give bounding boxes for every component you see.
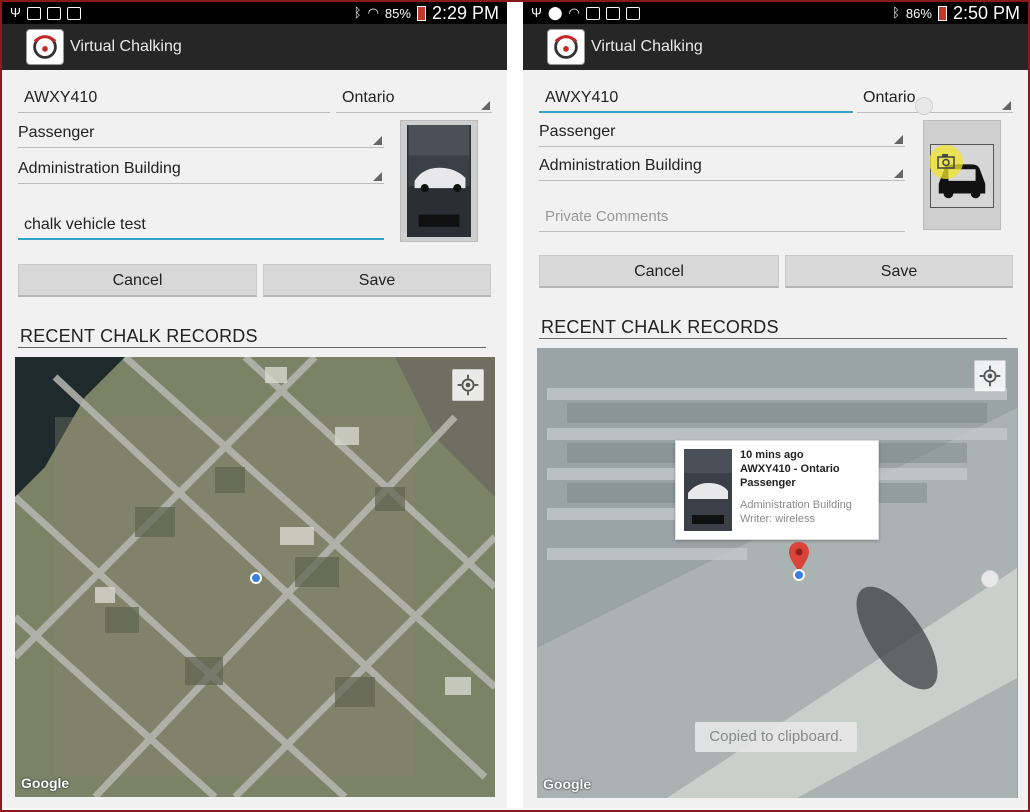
vehicle-type-spinner[interactable]: Passenger <box>539 122 905 147</box>
add-photo-button[interactable] <box>923 120 1001 230</box>
google-attribution: Google <box>21 775 70 791</box>
cancel-button[interactable]: Cancel <box>539 255 779 288</box>
app-logo[interactable] <box>547 29 585 65</box>
action-bar: Virtual Chalking <box>2 24 507 70</box>
spinner-arrow-icon <box>481 101 490 110</box>
scroll-indicator-bottom[interactable] <box>981 570 999 588</box>
briefcase-icon <box>66 6 81 20</box>
vehicle-type-value: Passenger <box>18 124 95 141</box>
scroll-indicator-top[interactable] <box>915 97 933 115</box>
info-vehicle-thumbnail <box>684 449 732 531</box>
info-plate-province: AWXY410 - Ontario <box>740 463 840 475</box>
app-title: Virtual Chalking <box>70 38 182 55</box>
gmail-icon <box>46 6 61 20</box>
section-title-text: RECENT CHALK RECORDS <box>541 317 779 337</box>
current-location-dot <box>793 569 805 581</box>
comments-value: chalk vehicle test <box>24 216 146 233</box>
vehicle-photo[interactable] <box>400 120 478 242</box>
info-time-ago: 10 mins ago <box>740 449 804 461</box>
phone-screen-left: Ψ ᛒ ◠ 85% 2:29 PM Virtual Chalking AWXY4… <box>2 2 507 808</box>
spinner-arrow-icon <box>894 169 903 178</box>
battery-percent: 85% <box>384 5 411 21</box>
app-title: Virtual Chalking <box>591 38 703 55</box>
comments-input[interactable]: chalk vehicle test <box>18 215 384 240</box>
usb-icon: Ψ <box>10 5 21 20</box>
battery-percent: 86% <box>905 5 932 21</box>
province-spinner[interactable]: Ontario <box>857 88 1013 113</box>
bluetooth-icon: ᛒ <box>892 5 900 20</box>
plate-value: AWXY410 <box>545 89 619 106</box>
province-spinner[interactable]: Ontario <box>336 88 492 113</box>
map-view[interactable]: Google <box>15 357 495 797</box>
cancel-button[interactable]: Cancel <box>18 264 257 297</box>
gmail-icon <box>605 6 620 20</box>
clipboard-toast: Copied to clipboard. <box>695 722 857 752</box>
map-view[interactable]: 10 mins ago AWXY410 - Ontario Passenger … <box>537 348 1018 798</box>
save-button[interactable]: Save <box>785 255 1013 288</box>
battery-icon <box>937 5 947 21</box>
my-location-button[interactable] <box>452 369 484 401</box>
image-icon <box>585 6 600 20</box>
spinner-arrow-icon <box>894 135 903 144</box>
location-value: Administration Building <box>539 157 702 174</box>
section-title-recent: RECENT CHALK RECORDS <box>18 324 486 348</box>
status-bar: Ψ ⬤ ◠ ᛒ 86% 2:50 PM <box>523 2 1028 24</box>
location-spinner[interactable]: Administration Building <box>18 159 384 184</box>
usb-icon: Ψ <box>531 5 542 20</box>
status-bar: Ψ ᛒ ◠ 85% 2:29 PM <box>2 2 507 24</box>
my-location-button[interactable] <box>974 360 1006 392</box>
province-value: Ontario <box>342 89 395 106</box>
section-title-recent: RECENT CHALK RECORDS <box>539 315 1007 339</box>
plate-input[interactable]: AWXY410 <box>18 88 330 113</box>
info-vehicle-type: Passenger <box>740 477 796 489</box>
wifi-icon: ◠ <box>568 5 580 20</box>
location-icon: ⬤ <box>547 5 563 20</box>
image-icon <box>26 6 41 20</box>
wifi-icon: ◠ <box>367 5 379 20</box>
battery-icon <box>416 5 426 21</box>
briefcase-icon <box>625 6 640 20</box>
action-bar: Virtual Chalking <box>523 24 1028 70</box>
spinner-arrow-icon <box>1002 101 1011 110</box>
save-button[interactable]: Save <box>263 264 491 297</box>
province-value: Ontario <box>863 89 916 106</box>
comments-placeholder: Private Comments <box>545 208 669 225</box>
location-spinner[interactable]: Administration Building <box>539 156 905 181</box>
app-logo[interactable] <box>26 29 64 65</box>
vehicle-type-value: Passenger <box>539 123 616 140</box>
clock: 2:50 PM <box>952 3 1020 23</box>
map-marker-icon[interactable] <box>789 542 809 572</box>
camera-icon <box>929 145 963 179</box>
vehicle-type-spinner[interactable]: Passenger <box>18 123 384 148</box>
current-location-dot <box>250 572 262 584</box>
private-comments-input[interactable]: Private Comments <box>539 207 905 232</box>
location-value: Administration Building <box>18 160 181 177</box>
plate-input[interactable]: AWXY410 <box>539 88 853 113</box>
spinner-arrow-icon <box>373 172 382 181</box>
phone-screen-right: Ψ ⬤ ◠ ᛒ 86% 2:50 PM Virtual Chalking AWX… <box>523 2 1028 808</box>
clock: 2:29 PM <box>431 3 499 23</box>
my-location-icon <box>457 374 479 396</box>
section-title-text: RECENT CHALK RECORDS <box>20 326 258 346</box>
plate-value: AWXY410 <box>24 89 98 106</box>
marker-info-window[interactable]: 10 mins ago AWXY410 - Ontario Passenger … <box>675 440 879 540</box>
info-writer: Writer: wireless <box>740 513 815 525</box>
my-location-icon <box>979 365 1001 387</box>
car-photo-image <box>408 125 470 237</box>
bluetooth-icon: ᛒ <box>353 5 362 20</box>
info-location: Administration Building <box>740 499 852 511</box>
spinner-arrow-icon <box>373 136 382 145</box>
google-attribution: Google <box>543 776 592 792</box>
